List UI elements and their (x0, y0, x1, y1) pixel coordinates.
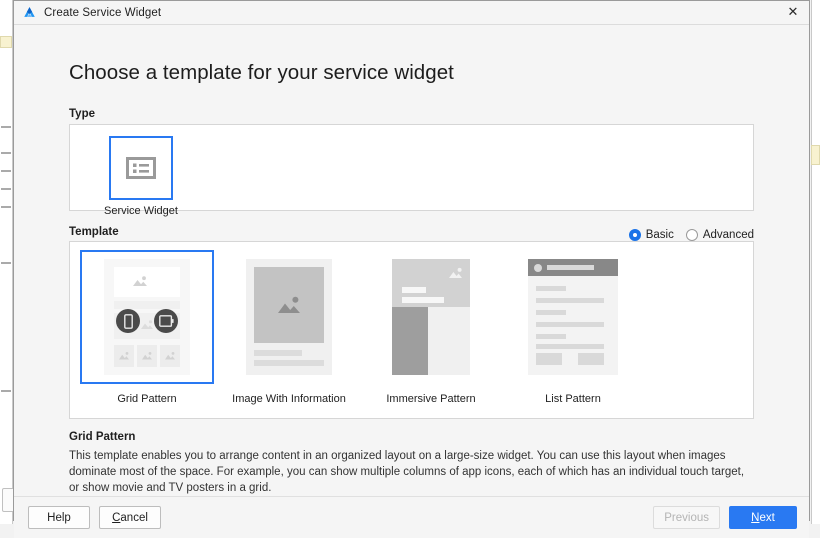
type-card-thumbnail (109, 136, 173, 200)
type-card-service-widget[interactable]: Service Widget (86, 136, 196, 217)
template-card-image-with-information[interactable]: Image With Information (220, 250, 358, 405)
template-section-label: Template (69, 226, 119, 238)
cancel-button-mnemonic: C (112, 512, 120, 524)
image-placeholder-icon (141, 351, 153, 361)
background-tab-marker (0, 36, 12, 48)
preview-text-bar (402, 287, 426, 293)
image-placeholder-icon (118, 351, 130, 361)
immersive-pattern-preview (392, 259, 470, 375)
radio-advanced-dot (686, 229, 698, 241)
background-text-line (1, 126, 11, 128)
phone-device-badge (116, 309, 140, 333)
dialog-footer: Help Cancel Previous Next (14, 496, 809, 538)
preview-text-bar (114, 301, 180, 309)
background-window-left-edge (0, 0, 13, 524)
template-mode-radio-group: Basic Advanced (629, 229, 754, 241)
page-title: Choose a template for your service widge… (69, 61, 777, 85)
radio-basic-label: Basic (646, 229, 674, 241)
preview-right-block (428, 307, 470, 375)
background-text-line (1, 390, 11, 392)
radio-basic-dot (629, 229, 641, 241)
radio-advanced-label: Advanced (703, 229, 754, 241)
preview-list-line (536, 322, 604, 327)
template-card-label: Grid Pattern (117, 393, 176, 405)
template-card-list-pattern[interactable]: List Pattern (504, 250, 642, 405)
dialog-body: Choose a template for your service widge… (14, 25, 809, 496)
preview-list-line (536, 298, 604, 303)
preview-action-button (536, 353, 562, 365)
footer-left-buttons: Help Cancel (28, 506, 161, 529)
previous-button[interactable]: Previous (653, 506, 720, 529)
image-placeholder-icon (140, 319, 154, 331)
preview-list-line (536, 344, 604, 349)
description-body: This template enables you to arrange con… (69, 448, 751, 496)
template-thumbnail-grid-pattern (80, 250, 214, 384)
create-service-widget-dialog: Create Service Widget ✕ Choose a templat… (13, 0, 810, 521)
next-button[interactable]: Next (729, 506, 797, 529)
preview-list-line (536, 286, 566, 291)
preview-image-block (254, 267, 324, 343)
radio-basic[interactable]: Basic (629, 229, 674, 241)
preview-left-block (392, 307, 428, 375)
preview-list-line (536, 310, 566, 315)
tablet-icon (159, 315, 174, 327)
template-panel: Grid Pattern I (69, 241, 754, 419)
dialog-titlebar: Create Service Widget ✕ (14, 1, 809, 25)
next-button-label: ext (759, 512, 774, 524)
radio-advanced[interactable]: Advanced (686, 229, 754, 241)
image-placeholder-icon (164, 351, 176, 361)
background-tab-marker (811, 145, 820, 165)
template-card-label: Image With Information (232, 393, 346, 405)
image-placeholder-icon (448, 267, 463, 280)
template-thumbnail-list-pattern (506, 250, 640, 384)
background-text-line (1, 206, 11, 208)
preview-text-bar (402, 297, 444, 303)
preview-action-button (578, 353, 604, 365)
background-text-line (1, 152, 11, 154)
list-pattern-preview (528, 259, 618, 375)
type-panel: Service Widget (69, 124, 754, 211)
preview-text-bar (254, 350, 302, 356)
template-thumbnail-immersive-pattern (364, 250, 498, 384)
template-card-grid-pattern[interactable]: Grid Pattern (78, 250, 216, 405)
background-text-line (1, 170, 11, 172)
help-button[interactable]: Help (28, 506, 90, 529)
preview-header-title-bar (547, 265, 594, 270)
description-title: Grid Pattern (69, 431, 777, 443)
grid-pattern-preview (104, 259, 190, 375)
service-widget-list-icon (126, 157, 156, 179)
template-card-label: Immersive Pattern (386, 393, 475, 405)
type-section-label: Type (69, 108, 777, 120)
background-window-right-edge (811, 0, 820, 524)
tablet-device-badge (154, 309, 178, 333)
template-card-label: List Pattern (545, 393, 601, 405)
preview-avatar-dot (534, 264, 542, 272)
preview-text-bar (254, 360, 324, 366)
dialog-title: Create Service Widget (44, 7, 161, 19)
close-icon[interactable]: ✕ (777, 1, 809, 23)
deveco-logo-icon (22, 5, 37, 20)
image-with-information-preview (246, 259, 332, 375)
template-section-header: Template Basic Advanced (46, 226, 777, 241)
cancel-button[interactable]: Cancel (99, 506, 161, 529)
type-card-label: Service Widget (104, 205, 178, 217)
footer-right-buttons: Previous Next (653, 506, 797, 529)
template-thumbnail-image-with-information (222, 250, 356, 384)
background-text-line (1, 188, 11, 190)
preview-list-line (536, 334, 566, 339)
cancel-button-label: ancel (120, 512, 148, 524)
template-card-immersive-pattern[interactable]: Immersive Pattern (362, 250, 500, 405)
next-button-mnemonic: N (751, 512, 759, 524)
background-text-line (1, 262, 11, 264)
image-placeholder-icon (276, 295, 302, 316)
phone-icon (124, 314, 133, 329)
image-placeholder-icon (132, 275, 148, 288)
